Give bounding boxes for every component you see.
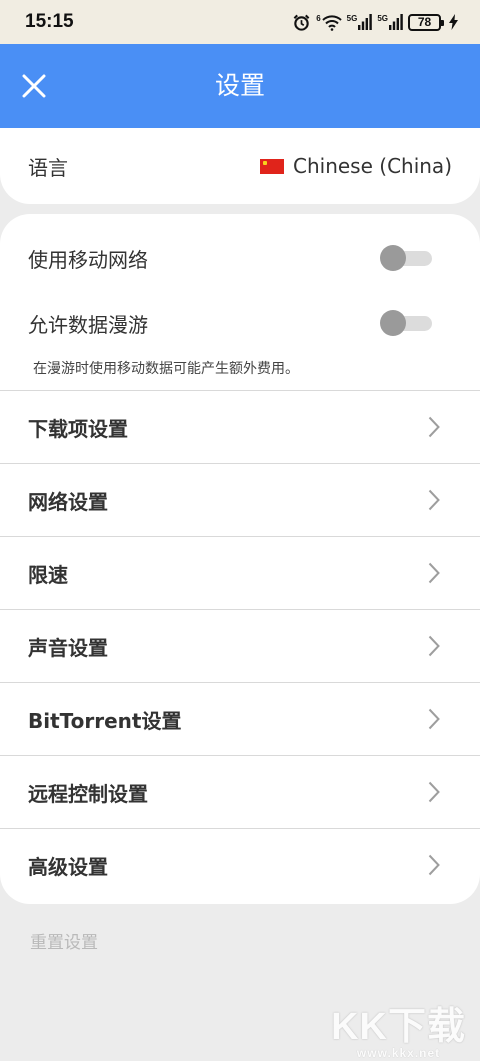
watermark-logo: KK下载	[331, 1006, 466, 1048]
reset-settings-button[interactable]: 重置设置	[30, 928, 98, 953]
menu-item-label: 下载项设置	[28, 416, 128, 441]
language-value: Chinese (China)	[260, 154, 452, 178]
signal-icon: 5G	[377, 14, 403, 30]
data-roaming-row[interactable]: 允许数据漫游	[0, 291, 480, 355]
mobile-network-row[interactable]: 使用移动网络	[0, 226, 480, 290]
status-icons: 6 5G 5G 78	[292, 13, 458, 32]
chevron-right-icon	[428, 489, 440, 511]
chevron-right-icon	[428, 416, 440, 438]
menu-item-bittorrent-settings[interactable]: BitTorrent设置	[0, 682, 480, 755]
language-value-text: Chinese (China)	[293, 154, 452, 178]
mobile-network-label: 使用移动网络	[28, 247, 148, 272]
page-title: 设置	[214, 71, 265, 100]
charging-icon	[449, 14, 458, 30]
mobile-network-switch[interactable]	[380, 244, 432, 272]
network-type-2: 5G	[377, 14, 388, 23]
battery-level: 78	[417, 15, 432, 29]
data-roaming-label: 允许数据漫游	[28, 312, 148, 337]
menu-item-advanced-settings[interactable]: 高级设置	[0, 828, 480, 901]
network-type-1: 5G	[346, 14, 358, 23]
menu-item-label: 限速	[28, 562, 68, 587]
wifi-tag: 6	[316, 13, 321, 23]
menu-item-speed-limit[interactable]: 限速	[0, 536, 480, 609]
status-bar: 15:15 6 5G 5G 78	[0, 0, 480, 44]
close-icon	[22, 74, 46, 98]
data-roaming-switch[interactable]	[380, 309, 432, 337]
settings-card: 使用移动网络 允许数据漫游 在漫游时使用移动数据可能产生额外费用。 下载项设置 …	[0, 214, 480, 904]
menu-item-label: 高级设置	[28, 854, 108, 879]
menu-item-label: BitTorrent设置	[28, 708, 182, 733]
app-bar: 设置	[0, 44, 480, 128]
menu-item-label: 声音设置	[28, 635, 108, 660]
chevron-right-icon	[428, 781, 440, 803]
menu-item-label: 远程控制设置	[28, 781, 148, 806]
status-time: 15:15	[25, 11, 74, 32]
menu-item-sound-settings[interactable]: 声音设置	[0, 609, 480, 682]
roaming-note: 在漫游时使用移动数据可能产生额外费用。	[33, 361, 299, 377]
chevron-right-icon	[428, 635, 440, 657]
chevron-right-icon	[428, 562, 440, 584]
wifi-icon: 6	[316, 13, 342, 31]
language-row[interactable]: 语言 Chinese (China)	[0, 128, 480, 204]
battery-icon: 78	[408, 13, 444, 31]
chevron-right-icon	[428, 708, 440, 730]
close-button[interactable]	[14, 66, 54, 106]
china-flag-icon	[260, 158, 284, 174]
watermark-url: www.kkx.net	[356, 1046, 441, 1060]
watermark: KK下载 www.kkx.net	[331, 1008, 466, 1060]
language-label: 语言	[28, 155, 68, 180]
menu-item-label: 网络设置	[28, 489, 108, 514]
chevron-right-icon	[428, 854, 440, 876]
menu-item-remote-control-settings[interactable]: 远程控制设置	[0, 755, 480, 828]
menu-item-download-settings[interactable]: 下载项设置	[0, 390, 480, 463]
menu-item-network-settings[interactable]: 网络设置	[0, 463, 480, 536]
alarm-icon	[292, 13, 311, 32]
signal-icon: 5G	[347, 14, 373, 30]
